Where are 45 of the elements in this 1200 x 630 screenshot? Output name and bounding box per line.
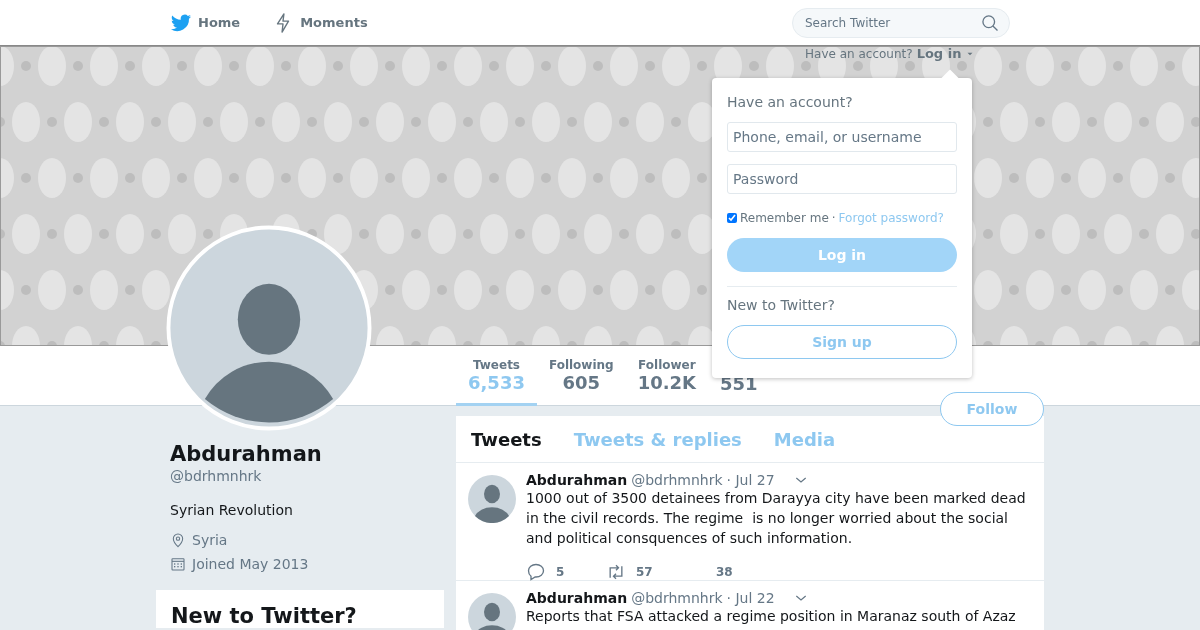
tweet-author: Abdurahman <box>526 472 628 488</box>
calendar-icon <box>170 556 186 572</box>
stat-tab[interactable]: Tweets 6,533 <box>456 346 537 406</box>
profile-bio: Syrian Revolution <box>170 502 294 518</box>
tweet-date: · Jul 27 <box>726 472 775 488</box>
signup-prompt: New to Twitter? <box>727 297 836 313</box>
stat-label: Following <box>548 358 614 372</box>
popup-title: Have an account? <box>727 94 854 110</box>
stat-tab[interactable]: Following 605 <box>536 346 626 406</box>
profile-handle: @bdrhmnhrk <box>170 468 263 484</box>
account-prompt: Have an account? <box>805 46 913 61</box>
like-count: 38 <box>716 565 733 579</box>
tweet-handle: @bdrhmnhrk <box>631 472 723 488</box>
remember-checkbox[interactable] <box>727 213 737 223</box>
reply-count: 5 <box>556 565 565 579</box>
stat-label: Follower <box>637 358 697 372</box>
avatar <box>468 593 516 630</box>
login-link[interactable]: Log in <box>916 46 962 61</box>
profile-location: Syria <box>192 532 228 548</box>
stat-value: 605 <box>561 372 602 393</box>
location-pin-icon <box>170 532 186 548</box>
retweet-count: 57 <box>636 565 653 579</box>
profile-name: Abdurahman <box>170 442 323 466</box>
remember-label: Remember me <box>740 211 829 225</box>
nav-link[interactable]: Home <box>170 11 241 34</box>
stat-tab[interactable]: Follower 10.2K <box>625 346 709 406</box>
search-icon <box>980 12 1000 33</box>
avatar <box>468 475 516 523</box>
search-field[interactable]: Search Twitter <box>792 7 1010 38</box>
username-field[interactable]: Phone, email, or username <box>727 122 957 152</box>
stat-value: 6,533 <box>468 372 525 393</box>
profile-joined: Joined May 2013 <box>192 556 309 572</box>
reply-icon <box>526 562 546 582</box>
password-field[interactable]: Password <box>727 164 957 194</box>
tweet-handle: @bdrhmnhrk <box>631 590 723 606</box>
nav-link[interactable]: Moments <box>272 11 368 34</box>
tweet-text: Reports that FSA attacked a regime position in Maranaz south of Azaz <box>526 607 1017 626</box>
timeline-tab[interactable]: Tweets <box>471 428 542 450</box>
stat-label: Tweets <box>471 358 521 372</box>
stat-value: 10.2K <box>637 372 697 393</box>
tweet-text: 1000 out of 3500 detainees from Darayya city have been marked dead in the civil records. The regime is no longer worried about the social and political consquences of such information. <box>526 489 1027 548</box>
card-title: New to Twitter? <box>171 604 358 628</box>
tweet-author: Abdurahman <box>526 590 628 606</box>
tweet-date: · Jul 22 <box>726 590 775 606</box>
separator-dot: · <box>831 211 836 225</box>
